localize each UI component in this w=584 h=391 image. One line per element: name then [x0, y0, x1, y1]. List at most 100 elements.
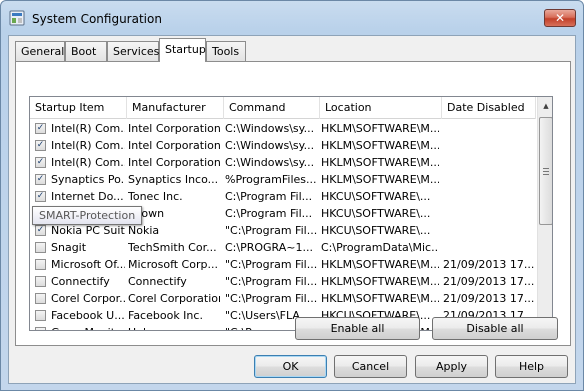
- cell-location: HKLM\SOFTWARE\M...: [321, 139, 439, 152]
- cell-date: [443, 154, 535, 171]
- cell-command: C:\Program Fil...: [225, 207, 313, 220]
- cell-startup-item: Facebook U...: [51, 309, 125, 322]
- list-row[interactable]: Corel Corpor... Corel Corporation "C:\Prog…: [30, 290, 536, 307]
- cell-location: HKLM\SOFTWARE\M...: [321, 173, 439, 186]
- vertical-scrollbar[interactable]: ▲ ▼: [537, 97, 552, 330]
- tab-services[interactable]: Services: [107, 41, 159, 61]
- cell-location: HKCU\SOFTWARE\...: [321, 224, 431, 237]
- cancel-button[interactable]: Cancel: [334, 355, 407, 378]
- list-row[interactable]: Connectify Connectify "C:\Program Fil... HK…: [30, 273, 536, 290]
- tab-startup[interactable]: Startup: [159, 38, 206, 62]
- thumb-grip-line: [543, 174, 549, 175]
- cell-location: HKCU\SOFTWARE\...: [321, 190, 431, 203]
- cell-location: HKLM\SOFTWARE\M...: [321, 292, 439, 305]
- cell-startup-item: GroupMonitor: [51, 324, 125, 330]
- row-checkbox[interactable]: ✓: [35, 225, 46, 236]
- column-header-command[interactable]: Command: [224, 97, 320, 119]
- thumb-grip-line: [543, 171, 549, 172]
- cell-startup-item: Snagit: [51, 241, 87, 254]
- cell-startup-item: Connectify: [51, 275, 110, 288]
- startup-tab-panel: Startup Item Manufacturer Command Locati…: [15, 61, 571, 346]
- row-checkbox[interactable]: [35, 310, 46, 321]
- column-header-date-disabled[interactable]: Date Disabled: [442, 97, 536, 119]
- row-checkbox[interactable]: ✓: [35, 123, 46, 134]
- list-header: Startup Item Manufacturer Command Locati…: [30, 97, 536, 119]
- check-icon: ✓: [36, 191, 45, 201]
- cell-startup-item: Corel Corpor...: [51, 292, 125, 305]
- cell-manufacturer: Intel Corporation: [128, 139, 220, 152]
- tab-general[interactable]: General: [15, 41, 65, 61]
- cell-location: HKLM\SOFTWARE\M...: [321, 156, 439, 169]
- close-window-button[interactable]: ✕: [544, 9, 576, 27]
- row-checkbox[interactable]: [35, 242, 46, 253]
- cell-command: "C:\Program Fil...: [225, 258, 317, 271]
- cell-manufacturer: Unknown: [128, 324, 220, 330]
- row-checkbox[interactable]: [35, 327, 46, 330]
- row-checkbox[interactable]: [35, 293, 46, 304]
- msconfig-app-icon: [9, 10, 25, 26]
- system-configuration-window: System Configuration ✕ General Boot Serv…: [0, 0, 584, 391]
- cell-location: C:\ProgramData\Mic...: [321, 241, 439, 254]
- cell-startup-item: Microsoft Of...: [51, 258, 125, 271]
- scrollbar-thumb[interactable]: [539, 117, 552, 225]
- cell-command: C:\PROGRA~1...: [225, 241, 313, 254]
- cell-command: "C:\Program Fil...: [225, 292, 317, 305]
- ok-button[interactable]: OK: [254, 355, 327, 378]
- cell-location: HKCU\SOFTWARE\...: [321, 207, 431, 220]
- cell-manufacturer: Corel Corporation: [128, 292, 220, 305]
- help-button[interactable]: Help: [495, 355, 568, 378]
- cell-command: C:\Windows\sy...: [225, 139, 315, 152]
- list-row[interactable]: ✓ Intel(R) Com... Intel Corporation C:\Wind…: [30, 120, 536, 137]
- item-name-tooltip: SMART-Protection: [32, 206, 143, 225]
- cell-date: 21/09/2013 17...: [443, 292, 535, 305]
- cell-manufacturer: Facebook Inc.: [128, 309, 203, 322]
- column-header-location[interactable]: Location: [320, 97, 442, 119]
- cell-date: [443, 222, 535, 239]
- row-checkbox[interactable]: ✓: [35, 157, 46, 168]
- disable-all-button[interactable]: Disable all: [432, 317, 558, 340]
- tab-boot[interactable]: Boot: [65, 41, 107, 61]
- check-icon: ✓: [36, 157, 45, 167]
- row-checkbox[interactable]: ✓: [35, 191, 46, 202]
- check-icon: ✓: [36, 123, 45, 133]
- column-header-manufacturer[interactable]: Manufacturer: [127, 97, 224, 119]
- title-bar[interactable]: System Configuration ✕: [1, 1, 583, 35]
- tab-tools[interactable]: Tools: [206, 41, 246, 61]
- apply-button[interactable]: Apply: [415, 355, 488, 378]
- cell-manufacturer: Intel Corporation: [128, 122, 220, 135]
- list-row[interactable]: ✓ Intel(R) Com... Intel Corporation C:\Wind…: [30, 137, 536, 154]
- scroll-up-arrow-icon[interactable]: ▲: [540, 100, 552, 112]
- column-header-startup-item[interactable]: Startup Item: [30, 97, 127, 119]
- cell-startup-item: Intel(R) Com...: [51, 139, 125, 152]
- list-row[interactable]: ✓ Synaptics Po... Synaptics Inco... %Progra…: [30, 171, 536, 188]
- cell-command: %ProgramFiles...: [225, 173, 317, 186]
- row-checkbox[interactable]: [35, 259, 46, 270]
- cell-manufacturer: Tonec Inc.: [128, 190, 183, 203]
- cell-manufacturer: Connectify: [128, 275, 187, 288]
- list-row[interactable]: ✓ Intel(R) Com... Intel Corporation C:\Wind…: [30, 154, 536, 171]
- check-icon: ✓: [36, 174, 45, 184]
- list-row[interactable]: Snagit TechSmith Cor... C:\PROGRA~1... C:\P…: [30, 239, 536, 256]
- close-icon: ✕: [554, 11, 566, 25]
- row-checkbox[interactable]: ✓: [35, 140, 46, 151]
- enable-all-button[interactable]: Enable all: [295, 317, 420, 340]
- cell-date: 21/09/2013 17...: [443, 258, 535, 271]
- cell-date: [443, 137, 535, 154]
- list-row[interactable]: ✓ Internet Do... Tonec Inc. C:\Program Fil.…: [30, 188, 536, 205]
- cell-date: [443, 120, 535, 137]
- thumb-grip-line: [543, 168, 549, 169]
- row-checkbox[interactable]: [35, 276, 46, 287]
- cell-command: "C:\Program Fil...: [225, 224, 317, 237]
- cell-date: [443, 205, 535, 222]
- cell-manufacturer: Synaptics Inco...: [128, 173, 219, 186]
- client-area: General Boot Services Startup Tools Star…: [8, 35, 576, 384]
- cell-location: HKLM\SOFTWARE\M...: [321, 275, 439, 288]
- cell-date: [443, 188, 535, 205]
- cell-date: [443, 171, 535, 188]
- cell-startup-item: Intel(R) Com...: [51, 122, 125, 135]
- check-icon: ✓: [36, 140, 45, 150]
- list-row[interactable]: Microsoft Of... Microsoft Corp... "C:\Prog…: [30, 256, 536, 273]
- cell-location: HKLM\SOFTWARE\M...: [321, 258, 439, 271]
- row-checkbox[interactable]: ✓: [35, 174, 46, 185]
- cell-date: [443, 239, 535, 256]
